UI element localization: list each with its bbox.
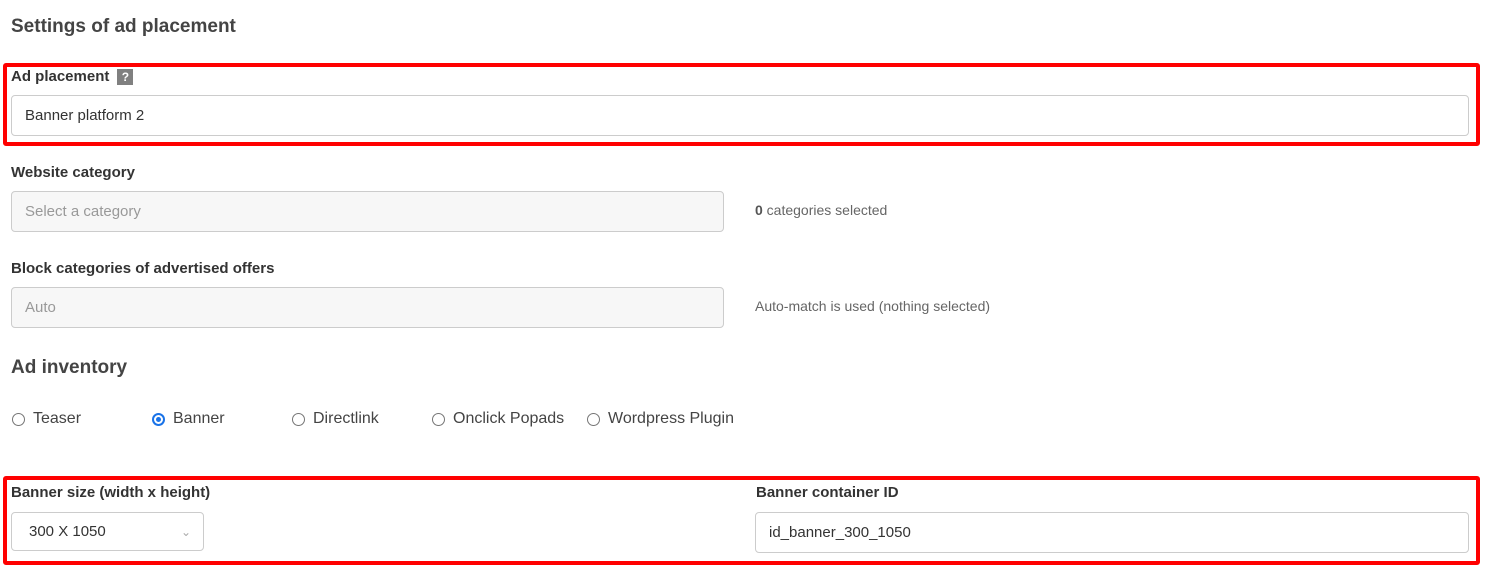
radio-button-icon[interactable] [587,412,600,426]
banner-size-select[interactable]: 300 X 1050 ⌄ [11,512,204,551]
radio-label: Teaser [33,410,82,427]
radio-label: Onclick Popads [453,410,565,427]
website-category-placeholder: Select a category [25,203,141,220]
website-category-count: 0 categories selected [755,202,887,218]
banner-size-value: 300 X 1050 [29,523,106,540]
website-category-label: Website category [11,164,135,181]
radio-directlink[interactable]: Directlink [292,410,379,428]
category-count-text: categories selected [762,202,888,218]
radio-label: Banner [173,410,225,427]
website-category-select[interactable]: Select a category [11,191,724,232]
category-count-number: 0 [755,202,763,218]
block-categories-select[interactable]: Auto [11,287,724,328]
radio-onclick-popads[interactable]: Onclick Popads [432,410,564,428]
radio-button-icon[interactable] [292,412,305,426]
block-categories-label: Block categories of advertised offers [11,260,275,277]
banner-container-input[interactable]: id_banner_300_1050 [755,512,1469,553]
question-mark-icon[interactable]: ? [117,69,134,86]
radio-teaser[interactable]: Teaser [12,410,81,428]
block-categories-placeholder: Auto [25,299,56,316]
radio-banner[interactable]: Banner [152,410,225,428]
ad-placement-label: Ad placement? [11,68,134,86]
radio-label: Directlink [313,410,379,427]
radio-label: Wordpress Plugin [608,410,734,427]
banner-container-value: id_banner_300_1050 [769,524,911,541]
banner-size-label: Banner size (width x height) [11,484,211,501]
page-title: Settings of ad placement [11,16,236,37]
ad-placement-value: Banner platform 2 [25,107,145,124]
block-categories-hint: Auto-match is used (nothing selected) [755,298,991,314]
banner-container-label: Banner container ID [756,484,899,501]
radio-wordpress-plugin[interactable]: Wordpress Plugin [587,410,734,428]
radio-button-icon[interactable] [432,412,445,426]
ad-placement-label-text: Ad placement [11,68,110,85]
chevron-down-icon[interactable]: ⌄ [181,525,191,539]
ad-placement-input[interactable]: Banner platform 2 [11,95,1469,136]
ad-inventory-title: Ad inventory [11,357,128,378]
radio-button-checked-icon[interactable] [152,412,165,426]
radio-button-icon[interactable] [12,412,25,426]
